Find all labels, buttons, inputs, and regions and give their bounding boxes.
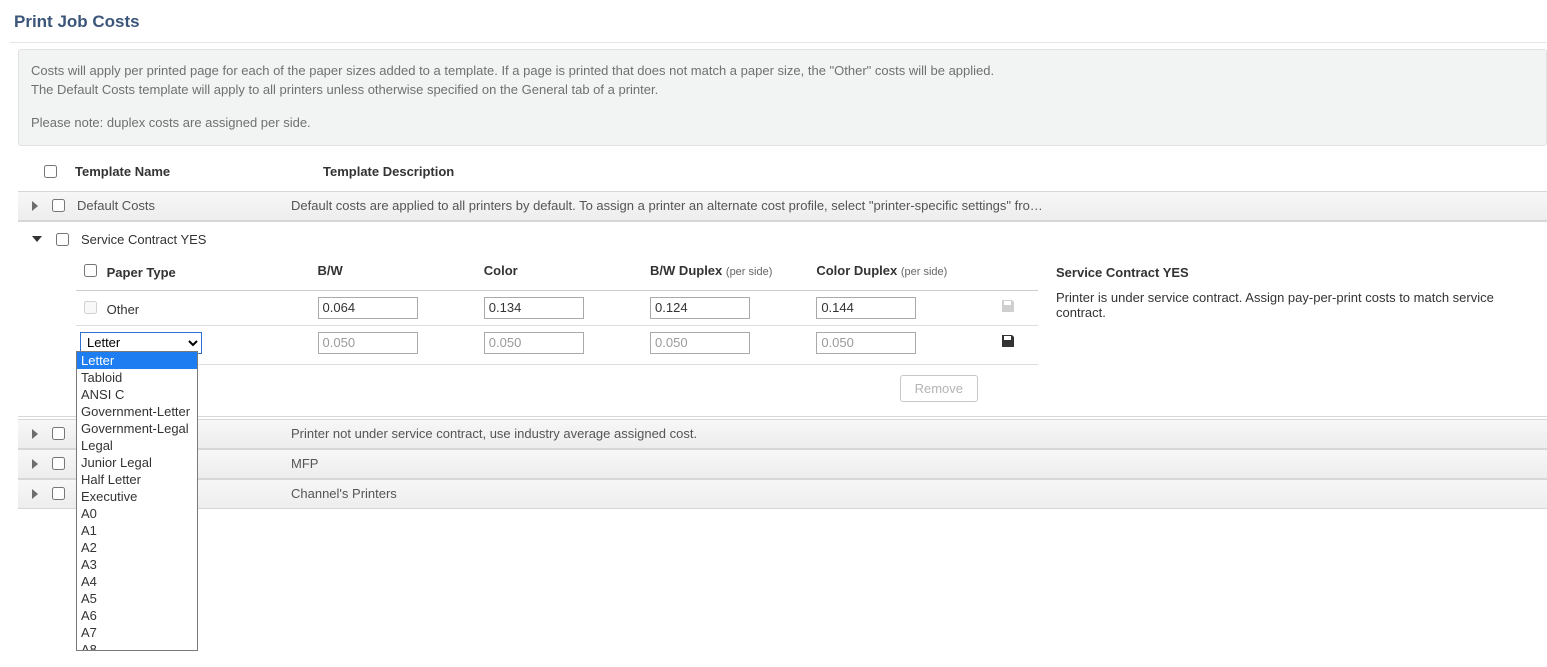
template-name-label: Service Contract YES [81, 232, 206, 247]
cost-table-area: Paper Type B/W Color B/W Duplex (per sid… [18, 255, 1038, 406]
remove-row: Remove [76, 364, 1038, 406]
bw-input-other[interactable] [318, 297, 418, 319]
color-input-other[interactable] [484, 297, 584, 319]
col-header-bw: B/W [314, 255, 480, 291]
info-line-2: The Default Costs template will apply to… [31, 81, 1534, 100]
template-checkbox-service-contract-yes[interactable] [56, 233, 69, 246]
chevron-right-icon [32, 489, 38, 499]
col-header-color: Color [480, 255, 646, 291]
template-description-label: Channel's Printers [291, 486, 1547, 501]
save-icon [1000, 298, 1016, 314]
chevron-right-icon [32, 459, 38, 469]
table-header-row: Template Name Template Description [10, 152, 1547, 191]
col-header-paper-type: Paper Type [107, 265, 176, 280]
col-header-color-duplex-suffix: (per side) [901, 266, 947, 278]
bw-duplex-input-other[interactable] [650, 297, 750, 319]
header-template-name: Template Name [75, 164, 323, 179]
paper-option-legal[interactable]: Legal [77, 437, 197, 454]
cost-select-all-checkbox[interactable] [84, 264, 97, 277]
template-checkbox-default-costs[interactable] [52, 199, 65, 212]
paper-option-executive[interactable]: Executive [77, 488, 197, 505]
paper-option-a1[interactable]: A1 [77, 522, 197, 539]
paper-option-junior-legal[interactable]: Junior Legal [77, 454, 197, 471]
cost-table: Paper Type B/W Color B/W Duplex (per sid… [76, 255, 1038, 360]
paper-option-tabloid[interactable]: Tabloid [77, 369, 197, 386]
chevron-down-icon [32, 236, 42, 242]
paper-option-ansi-c[interactable]: ANSI C [77, 386, 197, 403]
template-row-service-contract-no[interactable]: S Printer not under service contract, us… [18, 419, 1547, 449]
paper-option-a2[interactable]: A2 [77, 539, 197, 556]
paper-option-letter[interactable]: Letter [77, 352, 197, 369]
info-line-1: Costs will apply per printed page for ea… [31, 62, 1534, 81]
cost-row-checkbox-other [84, 301, 97, 314]
paper-option-half-letter[interactable]: Half Letter [77, 471, 197, 488]
remove-button[interactable]: Remove [900, 375, 978, 402]
save-icon[interactable] [1000, 333, 1016, 349]
template-expanded-panel: Paper Type B/W Color B/W Duplex (per sid… [18, 255, 1547, 417]
paper-option-government-legal[interactable]: Government-Legal [77, 420, 197, 437]
bw-input-new[interactable] [318, 332, 418, 354]
template-checkbox-channels-printers[interactable] [52, 487, 65, 500]
info-box: Costs will apply per printed page for ea… [18, 49, 1547, 146]
paper-option-a7[interactable]: A7 [77, 624, 197, 641]
chevron-right-icon [32, 201, 38, 211]
cost-row-other: Other [76, 290, 1038, 325]
template-row-service-contract-yes[interactable]: Service Contract YES [18, 221, 1547, 255]
paper-type-label: Other [107, 302, 140, 317]
side-panel-description: Printer is under service contract. Assig… [1056, 290, 1537, 320]
side-panel-title: Service Contract YES [1056, 265, 1537, 280]
template-description-label: Printer not under service contract, use … [291, 426, 1547, 441]
color-duplex-input-new[interactable] [816, 332, 916, 354]
header-template-description: Template Description [323, 164, 1547, 179]
template-row-channels-printers[interactable]: C Channel's Printers [18, 479, 1547, 509]
template-description-label: MFP [291, 456, 1547, 471]
divider [10, 42, 1547, 43]
template-row-default-costs[interactable]: Default Costs Default costs are applied … [18, 191, 1547, 221]
paper-option-a3[interactable]: A3 [77, 556, 197, 573]
col-header-bw-duplex: B/W Duplex [650, 263, 722, 278]
paper-option-a6[interactable]: A6 [77, 607, 197, 624]
col-header-color-duplex: Color Duplex [816, 263, 897, 278]
color-duplex-input-other[interactable] [816, 297, 916, 319]
chevron-right-icon [32, 429, 38, 439]
template-description-label: Default costs are applied to all printer… [291, 198, 1547, 213]
paper-type-dropdown-list[interactable]: Letter Tabloid ANSI C Government-Letter … [76, 351, 198, 651]
info-line-3: Please note: duplex costs are assigned p… [31, 114, 1534, 133]
bw-duplex-input-new[interactable] [650, 332, 750, 354]
template-row-mfp[interactable]: M MFP [18, 449, 1547, 479]
col-header-bw-duplex-suffix: (per side) [726, 266, 772, 278]
paper-option-a8[interactable]: A8 [77, 641, 197, 651]
cost-row-new: Letter [76, 325, 1038, 360]
paper-option-government-letter[interactable]: Government-Letter [77, 403, 197, 420]
select-all-checkbox[interactable] [44, 165, 57, 178]
template-checkbox-mfp[interactable] [52, 457, 65, 470]
template-name-label: Default Costs [77, 198, 291, 213]
template-checkbox-service-contract-no[interactable] [52, 427, 65, 440]
template-side-panel: Service Contract YES Printer is under se… [1038, 255, 1547, 406]
color-input-new[interactable] [484, 332, 584, 354]
paper-option-a5[interactable]: A5 [77, 590, 197, 607]
page-title: Print Job Costs [14, 12, 1547, 32]
paper-option-a0[interactable]: A0 [77, 505, 197, 522]
paper-option-a4[interactable]: A4 [77, 573, 197, 590]
